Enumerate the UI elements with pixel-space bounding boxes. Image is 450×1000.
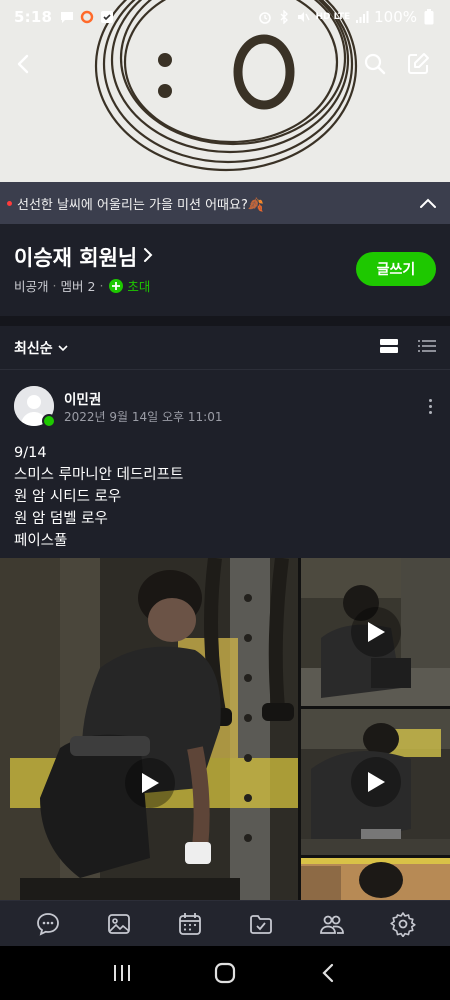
card-view-icon[interactable]	[380, 338, 398, 357]
battery-icon	[422, 9, 436, 25]
leader-badge-icon	[42, 414, 56, 428]
section-divider	[0, 316, 450, 326]
post-header: 이민권 2022년 9월 14일 오후 11:01	[14, 386, 438, 428]
calendar-icon[interactable]	[170, 904, 210, 944]
search-icon[interactable]	[355, 44, 395, 84]
play-icon[interactable]	[125, 758, 175, 808]
post-line: 원 암 시티드 로우	[14, 489, 122, 505]
sort-row: 최신순	[0, 326, 450, 370]
play-icon[interactable]	[351, 757, 401, 807]
chat-icon[interactable]	[28, 904, 68, 944]
status-time: 5:18	[14, 8, 53, 26]
chevron-down-icon[interactable]	[58, 344, 68, 352]
video-thumbnail[interactable]	[301, 709, 450, 855]
photo-thumbnail[interactable]	[301, 858, 450, 900]
author-name[interactable]: 이민권	[64, 388, 101, 408]
bluetooth-icon	[277, 10, 291, 24]
message-icon	[60, 10, 74, 24]
members-icon[interactable]	[312, 904, 352, 944]
post-line: 원 암 덤벨 로우	[14, 511, 108, 527]
band-cover: 5:18 HD LTE 100%	[0, 0, 450, 182]
invite-link[interactable]: 초대	[127, 276, 150, 295]
video-thumbnail[interactable]	[0, 558, 298, 900]
edit-icon[interactable]	[398, 44, 438, 84]
sort-dropdown[interactable]: 최신순	[14, 338, 53, 358]
post-date: 2022년 9월 14일 오후 11:01	[64, 410, 223, 424]
recents-icon[interactable]	[102, 953, 142, 993]
play-icon[interactable]	[351, 607, 401, 657]
band-meta: 비공개 · 멤버 2 · 초대	[14, 276, 151, 295]
new-dot-icon	[7, 200, 12, 206]
alarm-icon	[258, 10, 272, 24]
notice-text: 선선한 날씨에 어울리는 가을 미션 어때요?🍂	[17, 197, 265, 213]
signal-icon	[355, 10, 369, 24]
top-nav	[0, 44, 450, 84]
list-view-icon[interactable]	[418, 338, 436, 357]
plus-icon[interactable]	[109, 278, 124, 293]
privacy-label: 비공개	[14, 279, 49, 294]
back-icon[interactable]	[308, 953, 348, 993]
media-grid	[0, 558, 450, 900]
more-options-icon[interactable]	[422, 394, 438, 418]
band-header: 이승재 회원님 비공개 · 멤버 2 · 초대 글쓰기	[0, 224, 450, 316]
back-arrow-icon[interactable]	[4, 44, 44, 84]
mute-icon	[296, 10, 311, 24]
video-thumbnail[interactable]	[301, 558, 450, 706]
band-title: 이승재 회원님	[14, 246, 138, 270]
notice-banner[interactable]: 선선한 날씨에 어울리는 가을 미션 어때요?🍂	[0, 182, 450, 224]
battery-percent: 100%	[374, 8, 417, 26]
network-type: HD LTE	[315, 12, 351, 22]
chevron-up-icon[interactable]	[416, 191, 440, 215]
folder-icon[interactable]	[241, 904, 281, 944]
home-icon[interactable]	[205, 953, 245, 993]
system-nav-bar	[0, 946, 450, 1000]
post-body: 9/14 스미스 루마니안 데드리프트 원 암 시티드 로우 원 암 덤벨 로우…	[14, 442, 183, 552]
write-post-button[interactable]: 글쓰기	[356, 252, 436, 286]
post-line: 스미스 루마니안 데드리프트	[14, 467, 184, 483]
status-bar: 5:18 HD LTE 100%	[0, 0, 450, 34]
check-notification-icon	[100, 10, 114, 24]
post-line: 9/14	[14, 445, 47, 461]
photo-icon[interactable]	[99, 904, 139, 944]
band-title-link[interactable]: 이승재 회원님	[14, 242, 153, 272]
bottom-tab-bar	[0, 900, 450, 946]
post-line: 페이스풀	[14, 533, 68, 549]
chevron-right-icon	[143, 247, 153, 267]
ring-app-icon	[80, 10, 94, 24]
member-count[interactable]: 멤버 2	[61, 276, 96, 295]
settings-icon[interactable]	[383, 904, 423, 944]
